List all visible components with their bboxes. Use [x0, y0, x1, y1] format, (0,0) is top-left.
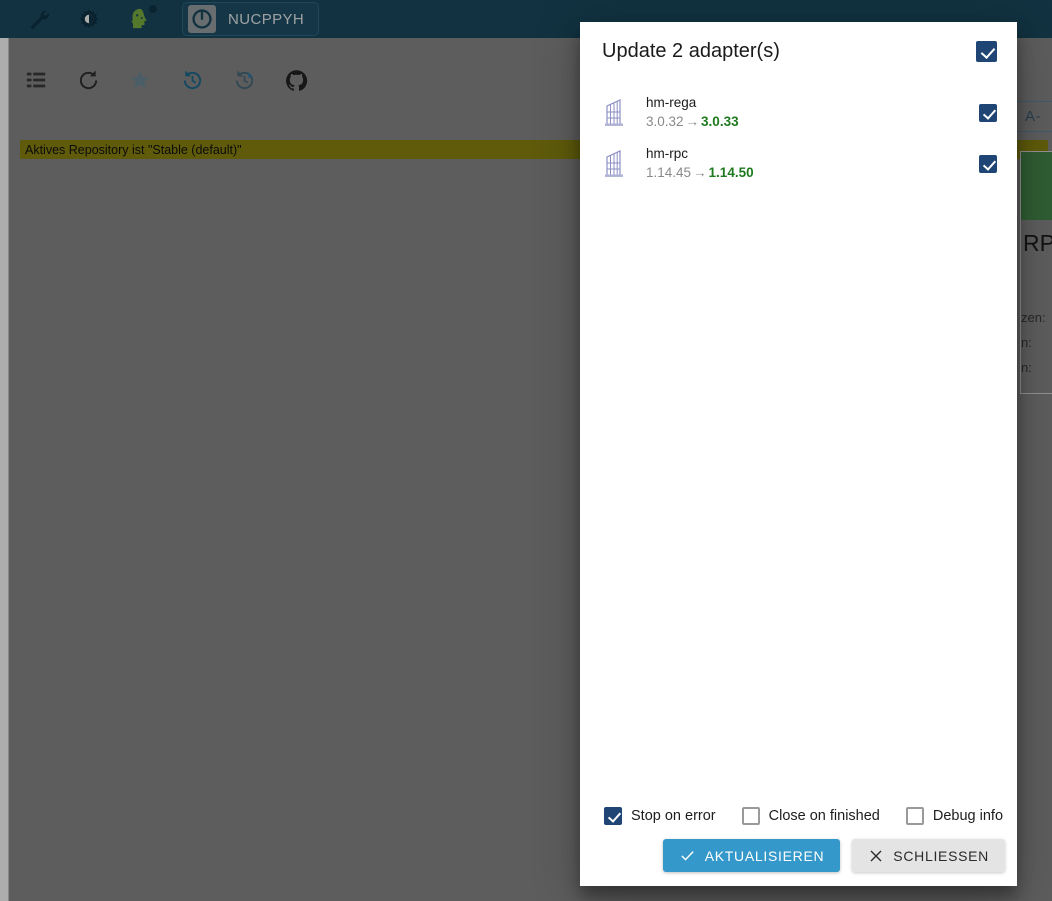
app-root: NUCPPYH Aktives Repository ist "Stable (… — [0, 0, 1052, 901]
check-icon — [679, 847, 696, 864]
version-arrow-icon: → — [685, 114, 700, 129]
update-adapters-dialog: Update 2 adapter(s) hm-rega 3.0.32 → 3.0… — [580, 22, 1017, 886]
select-all-checkbox[interactable] — [976, 41, 997, 62]
close-button[interactable]: SCHLIESSEN — [852, 839, 1005, 872]
adapter-row[interactable]: hm-rega 3.0.32 → 3.0.33 — [580, 87, 1017, 138]
adapter-info: hm-rpc 1.14.45 → 1.14.50 — [646, 145, 961, 182]
version-arrow-icon: → — [693, 165, 707, 180]
adapter-version-old: 1.14.45 — [646, 165, 692, 180]
adapter-checkbox[interactable] — [979, 103, 997, 122]
adapter-version-old: 3.0.32 — [646, 114, 684, 129]
debug-info-label: Debug info — [932, 808, 1004, 824]
dialog-options: Stop on error Close on finished Debug in… — [580, 797, 1017, 839]
option-close-on-finished[interactable]: Close on finished — [741, 807, 880, 825]
adapter-icon — [602, 149, 628, 179]
dialog-actions: AKTUALISIEREN SCHLIESSEN — [580, 839, 1017, 886]
adapter-info: hm-rega 3.0.32 → 3.0.33 — [646, 94, 961, 131]
adapter-versions: 3.0.32 → 3.0.33 — [646, 112, 961, 131]
option-stop-on-error[interactable]: Stop on error — [604, 807, 716, 825]
close-on-finished-checkbox[interactable] — [741, 807, 760, 825]
stop-on-error-checkbox[interactable] — [604, 807, 622, 825]
update-button[interactable]: AKTUALISIEREN — [662, 839, 841, 872]
adapter-name: hm-rega — [646, 95, 697, 110]
close-icon — [868, 848, 884, 864]
debug-info-checkbox[interactable] — [905, 807, 924, 825]
adapter-icon — [602, 98, 628, 128]
adapter-list: hm-rega 3.0.32 → 3.0.33 hm-rpc 1.14.45 →… — [580, 71, 1017, 797]
adapter-versions: 1.14.45 → 1.14.50 — [646, 163, 961, 182]
adapter-checkbox[interactable] — [979, 154, 997, 173]
stop-on-error-label: Stop on error — [631, 808, 716, 824]
dialog-header: Update 2 adapter(s) — [580, 22, 1017, 71]
dialog-title: Update 2 adapter(s) — [602, 40, 780, 62]
close-button-label: SCHLIESSEN — [893, 847, 989, 864]
close-on-finished-label: Close on finished — [768, 808, 880, 824]
adapter-version-new: 3.0.33 — [701, 114, 739, 129]
adapter-row[interactable]: hm-rpc 1.14.45 → 1.14.50 — [580, 138, 1017, 189]
adapter-version-new: 1.14.50 — [708, 165, 754, 180]
adapter-name: hm-rpc — [646, 146, 689, 161]
option-debug-info[interactable]: Debug info — [905, 807, 1004, 825]
update-button-label: AKTUALISIEREN — [704, 847, 825, 864]
